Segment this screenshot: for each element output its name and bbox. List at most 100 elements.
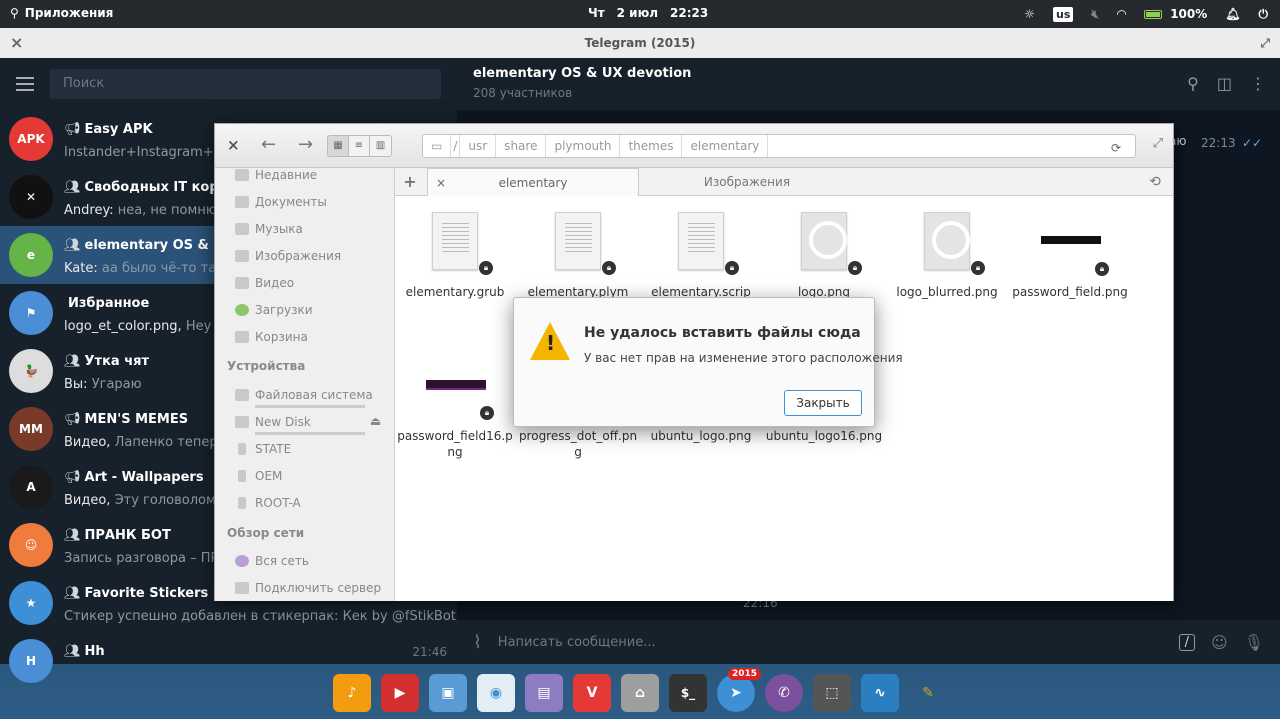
hamburger-menu-icon[interactable] <box>16 77 34 91</box>
forward-arrow-icon[interactable]: → <box>298 134 313 155</box>
place-trash[interactable]: Корзина <box>235 330 308 344</box>
path-bar[interactable]: ▭ / usr share plymouth themes elementary… <box>422 134 1136 158</box>
device-root-a[interactable]: ROOT-A <box>235 496 301 510</box>
close-tab-icon[interactable]: × <box>436 169 446 197</box>
download-icon <box>235 304 249 316</box>
device-oem[interactable]: OEM <box>235 469 282 483</box>
chat-title[interactable]: elementary OS & UX devotion <box>473 66 1264 81</box>
terminal-icon[interactable]: $_ <box>669 673 707 712</box>
message-input[interactable]: Написать сообщение... <box>498 635 1163 650</box>
clock[interactable]: Чт 2 июл 22:23 <box>588 6 708 20</box>
device-new-disk[interactable]: New Disk ⏏ <box>235 414 381 435</box>
clock-icon <box>235 169 249 181</box>
path-segment[interactable]: usr <box>460 135 497 157</box>
device-state[interactable]: STATE <box>235 442 291 456</box>
text-file-icon: 🔒︎ <box>432 212 493 275</box>
notifications-icon[interactable]: 🔔︎ <box>1225 7 1240 21</box>
reload-icon[interactable]: ⟳ <box>1103 137 1129 159</box>
path-segment[interactable]: elementary <box>682 135 769 157</box>
keyboard-layout[interactable]: us <box>1053 6 1074 22</box>
chat-name: 📢︎ Art - Wallpapers <box>64 470 204 485</box>
fullscreen-icon[interactable]: ⤢ <box>1153 136 1163 151</box>
applications-label: Приложения <box>24 6 114 20</box>
battery-indicator[interactable]: 100% <box>1144 7 1207 21</box>
gimp-icon[interactable]: ✎ <box>909 674 947 712</box>
grid-view-icon[interactable]: ▦ <box>328 136 349 156</box>
device-filesystem[interactable]: Файловая система <box>235 388 373 408</box>
server-icon <box>235 582 249 594</box>
chat-name: 👥︎ Утка чят <box>64 354 150 369</box>
file-name: ubuntu_logo.png <box>650 429 752 443</box>
place-videos[interactable]: Видео <box>235 276 294 290</box>
attach-icon[interactable]: ⌇ <box>473 632 482 653</box>
command-icon[interactable]: / <box>1178 633 1195 651</box>
telegram-app-icon[interactable]: ➤ 2015 <box>717 667 761 712</box>
connect-server[interactable]: Подключить сервер <box>235 581 381 595</box>
vivaldi-browser-icon[interactable]: V <box>573 673 611 712</box>
music-app-icon[interactable]: ♪ <box>333 673 371 712</box>
tab-pictures[interactable]: Изображения <box>641 168 853 196</box>
eject-icon[interactable]: ⏏ <box>370 414 381 428</box>
settings-toggle-icon[interactable]: ◉ <box>477 673 515 712</box>
path-segment[interactable]: plymouth <box>546 135 621 157</box>
search-icon: ⚲ <box>10 6 19 20</box>
chat-type-icon: 👥︎ <box>64 180 81 195</box>
lock-icon: 🔒︎ <box>479 261 493 275</box>
battery-icon <box>1144 9 1163 19</box>
history-icon[interactable]: ⟲ <box>1145 168 1165 196</box>
search-input[interactable]: Поиск <box>50 69 441 99</box>
document-icon <box>235 196 249 208</box>
search-icon[interactable]: ⚲ <box>1187 74 1199 93</box>
back-arrow-icon[interactable]: ← <box>261 134 276 155</box>
video-app-icon[interactable]: ▶ <box>381 673 419 712</box>
volume-muted-icon[interactable]: 🔇︎ <box>1091 7 1099 22</box>
power-icon[interactable]: ⏻ <box>1259 7 1269 22</box>
network-entire[interactable]: Вся сеть <box>235 554 309 568</box>
photos-app-icon[interactable]: ▣ <box>429 673 467 712</box>
column-view-icon[interactable]: ▥ <box>370 136 391 156</box>
close-icon[interactable]: × <box>227 136 240 154</box>
place-pictures[interactable]: Изображения <box>235 249 341 263</box>
usage-bar <box>255 405 365 408</box>
more-icon[interactable]: ⋮ <box>1250 74 1266 93</box>
chat-type-icon: 👥︎ <box>64 528 81 543</box>
dock: ♪ ▶ ▣ ◉ ▤ V ⌂ $_ ➤ 2015 ✆ ⬚ ∿ ✎ <box>305 666 975 719</box>
path-separator: / <box>451 135 461 157</box>
sidebar-toggle-icon[interactable]: ◫ <box>1217 74 1232 93</box>
files-app-icon[interactable]: ⌂ <box>621 673 659 712</box>
close-button[interactable]: Закрыть <box>784 390 862 416</box>
file-item[interactable]: 🔒︎ elementary.scrip <box>641 212 761 300</box>
place-documents[interactable]: Документы <box>235 195 327 209</box>
warning-icon: ! <box>530 322 570 360</box>
close-icon[interactable]: × <box>10 28 23 58</box>
system-monitor-icon[interactable]: ∿ <box>861 673 899 712</box>
applications-menu[interactable]: ⚲ Приложения <box>10 6 113 20</box>
emoji-icon[interactable]: ☺ <box>1211 633 1228 652</box>
file-item[interactable]: 🔒︎ elementary.grub <box>395 212 515 300</box>
new-tab-icon[interactable]: + <box>395 168 425 196</box>
chat-last-message: Вы: Угараю <box>64 377 142 392</box>
place-downloads[interactable]: Загрузки <box>235 303 313 317</box>
path-segment[interactable]: share <box>496 135 547 157</box>
list-view-icon[interactable]: ≡ <box>349 136 370 156</box>
appcenter-icon[interactable]: ▤ <box>525 673 563 712</box>
tab-elementary[interactable]: × elementary <box>427 168 639 196</box>
night-light-icon[interactable]: ☼ <box>1024 7 1035 21</box>
place-recent[interactable]: Недавние <box>235 168 317 182</box>
root-drive-icon[interactable]: ▭ <box>423 135 452 157</box>
file-item[interactable]: 🔒︎ password_field.png <box>1010 212 1130 300</box>
wifi-icon[interactable]: ◠ <box>1117 7 1126 21</box>
file-item[interactable]: 🔒︎ password_field16.png <box>395 356 515 460</box>
microphone-icon[interactable]: 🎙︎ <box>1244 633 1264 652</box>
file-item[interactable]: 🔒︎ elementary.plym <box>518 212 638 300</box>
avatar: A <box>9 465 53 509</box>
path-segment[interactable]: themes <box>620 135 683 157</box>
maximize-icon[interactable]: ⤢ <box>1260 28 1270 58</box>
viber-icon[interactable]: ✆ <box>765 673 803 712</box>
file-item[interactable]: 🔒︎ logo.png <box>764 212 884 300</box>
chat-name: 📢︎ Easy APK <box>64 122 153 137</box>
file-name: password_field16.png <box>397 429 513 459</box>
place-music[interactable]: Музыка <box>235 222 303 236</box>
screen-recorder-icon[interactable]: ⬚ <box>813 673 851 712</box>
file-item[interactable]: 🔒︎ logo_blurred.png <box>887 212 1007 300</box>
